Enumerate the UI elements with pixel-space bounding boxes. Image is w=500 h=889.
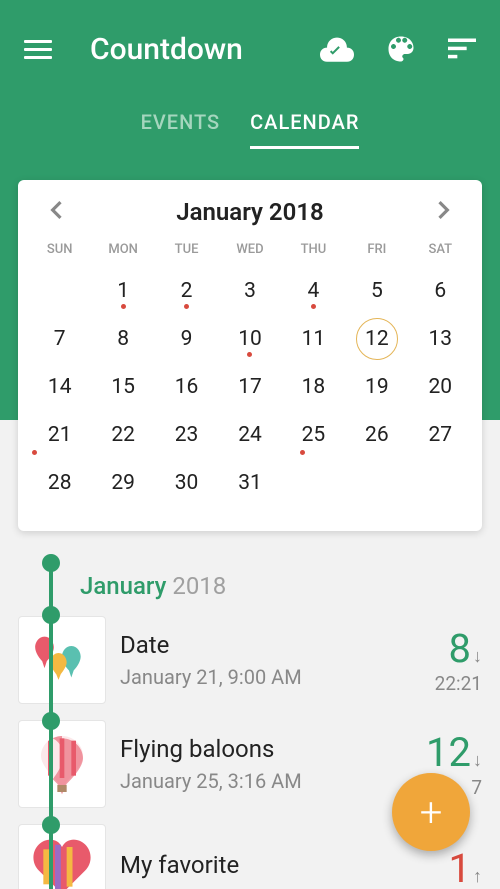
dow-label: FRI: [345, 242, 408, 267]
date-cell[interactable]: 31: [218, 459, 281, 507]
date-cell[interactable]: 29: [91, 459, 154, 507]
sort-icon[interactable]: [448, 38, 476, 60]
date-cell[interactable]: 2: [155, 267, 218, 315]
date-cell[interactable]: 19: [345, 363, 408, 411]
date-cell[interactable]: 26: [345, 411, 408, 459]
timeline-month-label: January 2018: [18, 548, 482, 600]
tab-events[interactable]: EVENTS: [141, 110, 221, 149]
prev-month-icon[interactable]: [42, 201, 70, 223]
date-cell: [409, 459, 472, 507]
date-cell: [28, 267, 91, 315]
date-cell[interactable]: 8: [91, 315, 154, 363]
date-cell[interactable]: 9: [155, 315, 218, 363]
timeline-node: [42, 606, 60, 624]
event-date: January 25, 3:16 AM: [120, 769, 302, 793]
date-cell[interactable]: 20: [409, 363, 472, 411]
tab-calendar[interactable]: CALENDAR: [250, 110, 359, 149]
timeline-node: [42, 712, 60, 730]
date-cell[interactable]: 30: [155, 459, 218, 507]
palette-icon[interactable]: [384, 34, 418, 64]
calendar-month-title: January 2018: [176, 198, 324, 226]
event-icon: [18, 720, 106, 808]
date-cell[interactable]: 6: [409, 267, 472, 315]
timeline-node: [42, 554, 60, 572]
event-name: Date: [120, 631, 302, 659]
dow-label: TUE: [155, 242, 218, 267]
hamburger-icon[interactable]: [24, 35, 52, 64]
date-cell: [345, 459, 408, 507]
date-cell[interactable]: 27: [409, 411, 472, 459]
event-date: January 21, 9:00 AM: [120, 665, 302, 689]
calendar-card: January 2018 SUNMONTUEWEDTHUFRISAT 12345…: [18, 180, 482, 531]
date-cell[interactable]: 3: [218, 267, 281, 315]
date-cell[interactable]: 12: [345, 315, 408, 363]
date-cell[interactable]: 18: [282, 363, 345, 411]
event-icon: [18, 824, 106, 889]
event-countdown: 8↓ 22:21: [435, 625, 482, 695]
event-name: Flying baloons: [120, 735, 302, 763]
dow-label: THU: [282, 242, 345, 267]
date-cell[interactable]: 17: [218, 363, 281, 411]
date-cell[interactable]: 5: [345, 267, 408, 315]
event-countdown: 1↑: [449, 845, 482, 889]
add-button[interactable]: +: [392, 773, 470, 851]
date-cell[interactable]: 7: [28, 315, 91, 363]
date-cell[interactable]: 11: [282, 315, 345, 363]
date-cell[interactable]: 21: [28, 411, 91, 459]
date-cell[interactable]: 22: [91, 411, 154, 459]
cloud-sync-icon[interactable]: [320, 35, 354, 63]
event-name: My favorite: [120, 851, 239, 879]
date-cell[interactable]: 4: [282, 267, 345, 315]
app-title: Countdown: [90, 32, 320, 67]
date-cell[interactable]: 10: [218, 315, 281, 363]
dow-label: WED: [218, 242, 281, 267]
event-icon: [18, 616, 106, 704]
date-cell[interactable]: 25: [282, 411, 345, 459]
timeline-node: [42, 816, 60, 834]
date-cell[interactable]: 28: [28, 459, 91, 507]
next-month-icon[interactable]: [430, 201, 458, 223]
date-cell[interactable]: 1: [91, 267, 154, 315]
dow-label: SAT: [409, 242, 472, 267]
date-cell: [282, 459, 345, 507]
date-cell[interactable]: 23: [155, 411, 218, 459]
date-cell[interactable]: 16: [155, 363, 218, 411]
event-item[interactable]: Date January 21, 9:00 AM 8↓ 22:21: [18, 616, 482, 704]
dow-label: MON: [91, 242, 154, 267]
date-cell[interactable]: 15: [91, 363, 154, 411]
date-cell[interactable]: 24: [218, 411, 281, 459]
date-cell[interactable]: 13: [409, 315, 472, 363]
date-cell[interactable]: 14: [28, 363, 91, 411]
dow-label: SUN: [28, 242, 91, 267]
